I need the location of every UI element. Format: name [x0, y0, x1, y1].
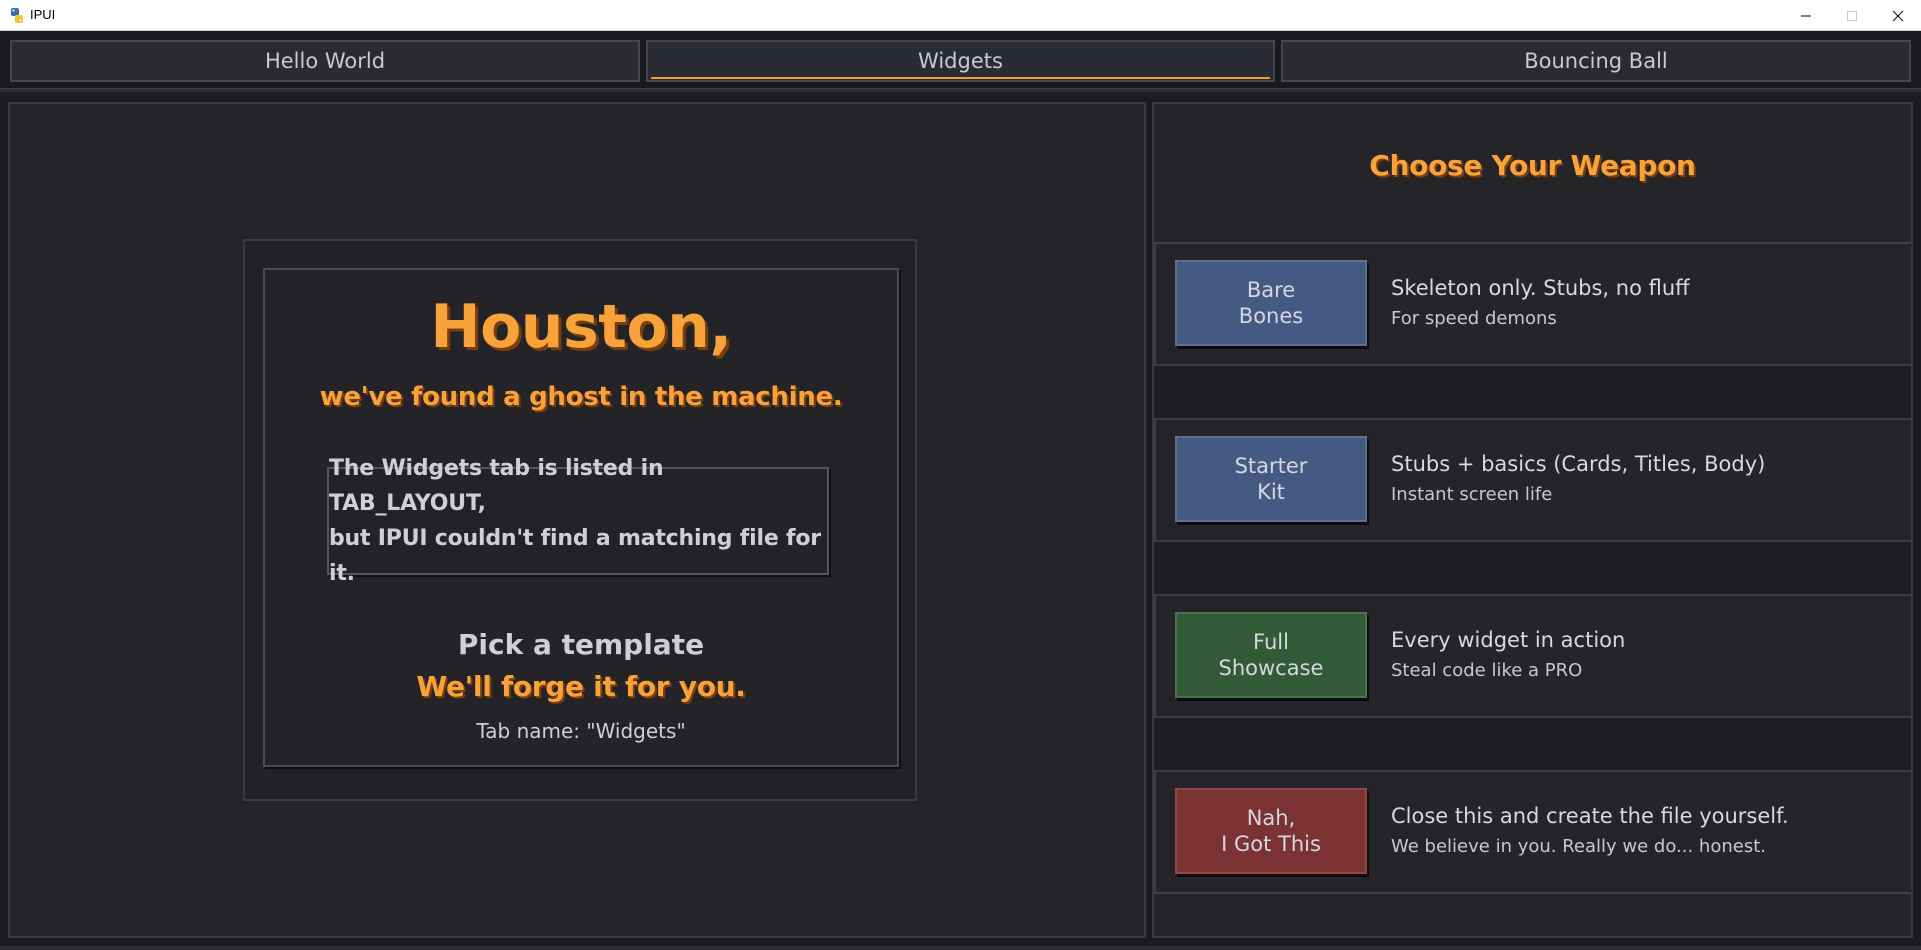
nah-i-got-this-button[interactable]: Nah, I Got This — [1175, 788, 1367, 874]
left-panel: Houston, we've found a ghost in the mach… — [8, 102, 1146, 938]
window-bottom-edge — [0, 946, 1921, 950]
option-row-bare-bones: Bare Bones Skeleton only. Stubs, no fluf… — [1154, 242, 1911, 366]
pick-template-label: Pick a template — [457, 628, 705, 661]
option-gap — [1154, 542, 1911, 594]
option-subtext: We believe in you. Really we do... hones… — [1391, 836, 1766, 857]
close-icon — [1892, 10, 1904, 21]
option-description: Skeleton only. Stubs, no fluff — [1391, 276, 1690, 300]
starter-kit-button[interactable]: Starter Kit — [1175, 436, 1367, 522]
option-gap — [1154, 366, 1911, 418]
message-line-2: but IPUI couldn't find a matching file f… — [329, 526, 821, 586]
maximize-button[interactable] — [1829, 0, 1875, 31]
minimize-icon — [1801, 15, 1811, 16]
tab-bar: Hello World Widgets Bouncing Ball — [0, 32, 1921, 90]
option-description: Close this and create the file yourself. — [1391, 804, 1789, 828]
right-panel: Choose Your Weapon Bare Bones Skeleton o… — [1152, 102, 1913, 938]
button-label-line-2: I Got This — [1221, 832, 1321, 856]
ghost-card-outer: Houston, we've found a ghost in the mach… — [243, 239, 917, 801]
option-gap — [1154, 718, 1911, 770]
main-area: Houston, we've found a ghost in the mach… — [0, 96, 1921, 950]
button-label-line-2: Bones — [1238, 304, 1304, 328]
option-row-starter-kit: Starter Kit Stubs + basics (Cards, Title… — [1154, 418, 1911, 542]
button-label-line-1: Full — [1253, 630, 1289, 654]
close-button[interactable] — [1875, 0, 1921, 31]
tab-hello-world[interactable]: Hello World — [10, 40, 640, 82]
choose-weapon-title: Choose Your Weapon — [1369, 149, 1696, 182]
window-titlebar: IPUI — [0, 0, 1921, 31]
bare-bones-button[interactable]: Bare Bones — [1175, 260, 1367, 346]
tab-label: Bouncing Ball — [1524, 49, 1668, 73]
button-label-line-1: Starter — [1234, 454, 1308, 478]
option-subtext: Steal code like a PRO — [1391, 660, 1583, 681]
tab-label: Widgets — [918, 49, 1003, 73]
python-icon — [9, 7, 25, 24]
option-description: Stubs + basics (Cards, Titles, Body) — [1391, 452, 1766, 476]
tab-name-label: Tab name: "Widgets" — [476, 719, 686, 743]
window-title: IPUI — [30, 7, 56, 22]
forge-label: We'll forge it for you. — [416, 670, 746, 703]
button-label-line-1: Nah, — [1246, 806, 1296, 830]
button-label-line-2: Showcase — [1218, 656, 1324, 680]
ghost-subheading: we've found a ghost in the machine. — [319, 382, 843, 412]
active-tab-underline — [651, 77, 1270, 79]
option-subtext: For speed demons — [1391, 308, 1557, 329]
full-showcase-button[interactable]: Full Showcase — [1175, 612, 1367, 698]
button-label-line-2: Kit — [1257, 480, 1285, 504]
tab-widgets[interactable]: Widgets — [646, 40, 1275, 82]
missing-file-message: The Widgets tab is listed in TAB_LAYOUT,… — [327, 456, 829, 586]
minimize-button[interactable] — [1783, 0, 1829, 31]
maximize-icon — [1847, 10, 1857, 21]
option-row-full-showcase: Full Showcase Every widget in action Ste… — [1154, 594, 1911, 718]
ghost-card: Houston, we've found a ghost in the mach… — [263, 268, 899, 767]
tab-divider — [0, 88, 1921, 92]
option-row-nah-i-got-this: Nah, I Got This Close this and create th… — [1154, 770, 1911, 894]
option-subtext: Instant screen life — [1391, 484, 1553, 505]
tab-bouncing-ball[interactable]: Bouncing Ball — [1281, 40, 1911, 82]
option-description: Every widget in action — [1391, 628, 1626, 652]
tab-label: Hello World — [264, 49, 386, 73]
message-line-1: The Widgets tab is listed in TAB_LAYOUT, — [329, 456, 664, 516]
ghost-heading: Houston, — [430, 292, 732, 362]
button-label-line-1: Bare — [1246, 278, 1296, 302]
